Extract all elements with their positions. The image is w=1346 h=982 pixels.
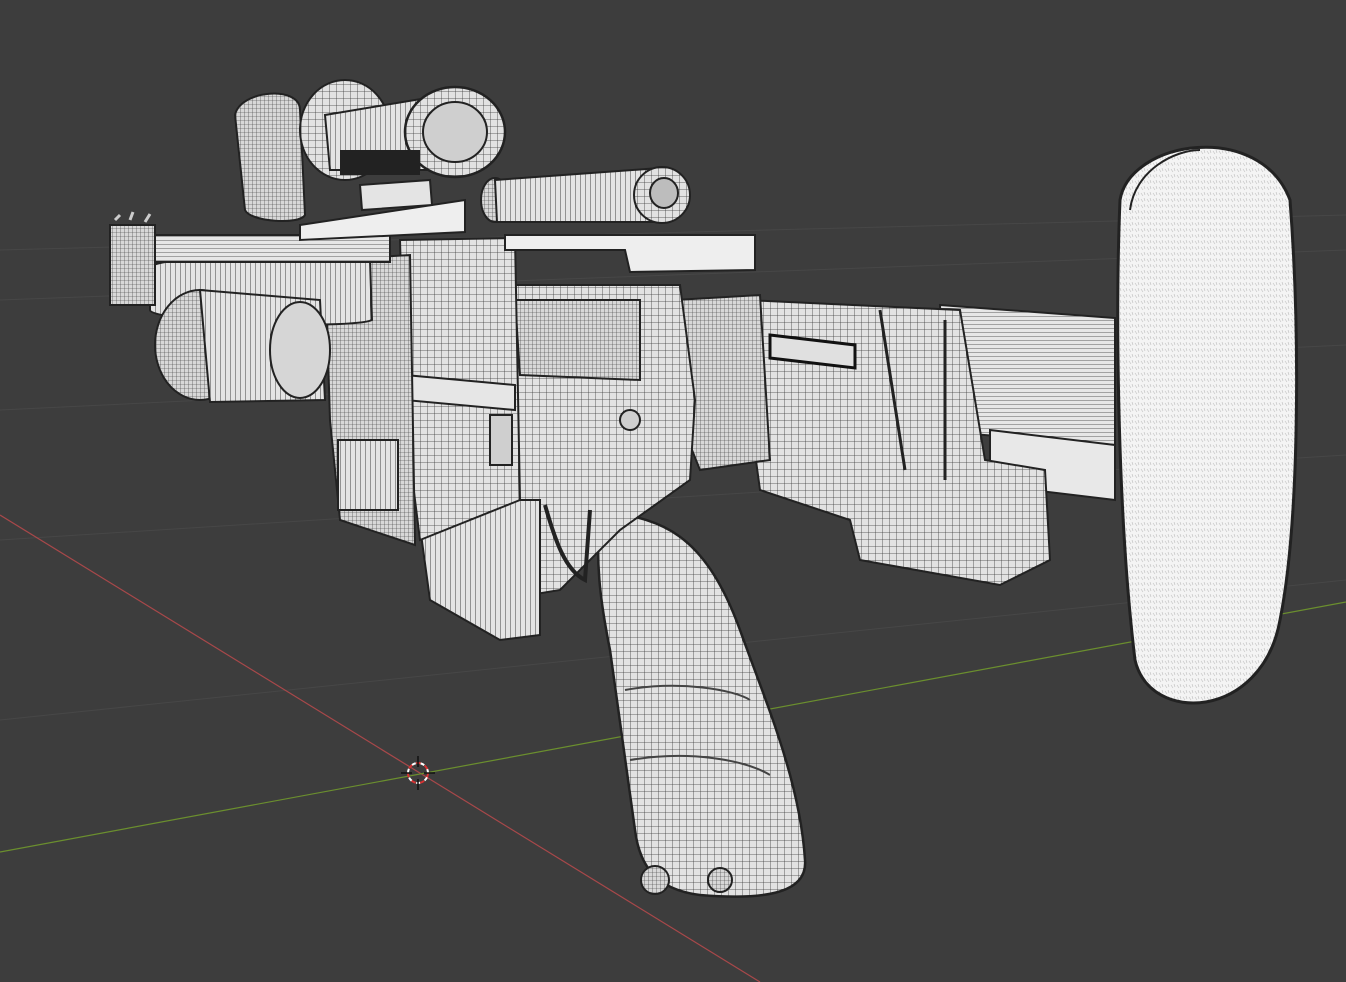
3d-viewport[interactable] bbox=[0, 0, 1346, 982]
viewport-canvas[interactable] bbox=[0, 0, 1346, 982]
muzzle-device bbox=[109, 211, 156, 306]
front-scope bbox=[480, 166, 691, 224]
stock-butt-pad bbox=[1116, 145, 1299, 705]
under-barrel-light bbox=[154, 288, 331, 404]
pistol-grip bbox=[596, 508, 807, 898]
upper-receiver bbox=[398, 236, 522, 542]
3d-cursor-icon[interactable] bbox=[401, 756, 435, 790]
